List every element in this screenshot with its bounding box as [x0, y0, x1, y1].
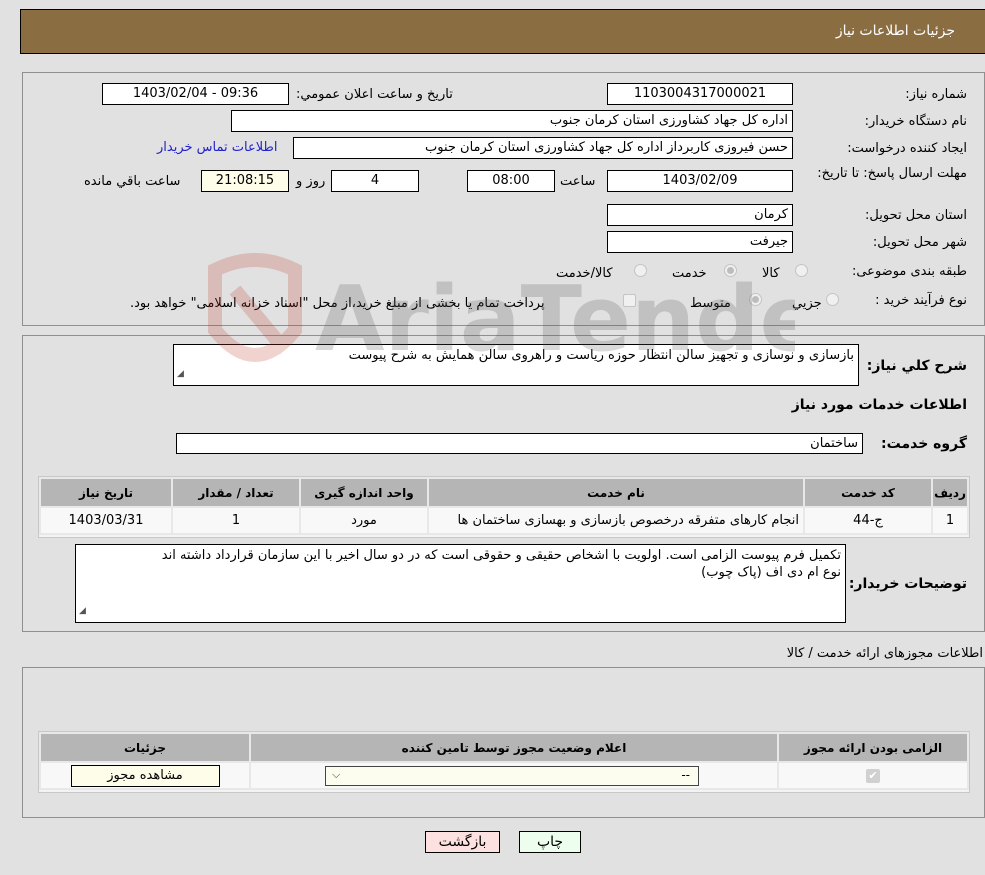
print-button[interactable]: چاپ	[519, 831, 581, 853]
province-field: کرمان	[607, 204, 793, 226]
col-permit-required: الزامی بودن ارائه مجوز	[777, 732, 969, 763]
deadline-label: مهلت ارسال پاسخ: تا تاریخ:	[817, 166, 967, 181]
category-label: طبقه بندی موضوعی:	[851, 264, 967, 279]
permits-table: الزامی بودن ارائه مجوز اعلام وضعیت مجوز …	[38, 731, 970, 793]
category-option-goods-service: کالا/خدمت	[556, 266, 613, 281]
view-permit-button[interactable]: مشاهده مجوز	[70, 764, 220, 787]
col-service-name: نام خدمت	[427, 477, 805, 508]
chevron-down-icon: ⌵	[332, 767, 341, 781]
services-table-header: ردیف کد خدمت نام خدمت واحد اندازه گیری ت…	[39, 477, 969, 508]
col-need-date: تاریخ نیاز	[39, 477, 173, 508]
city-field: جیرفت	[607, 231, 793, 253]
buyer-org-field: اداره کل جهاد کشاورزی استان کرمان جنوب	[231, 110, 793, 132]
service-group-label: گروه خدمت:	[881, 436, 967, 452]
category-radio-service[interactable]	[724, 264, 737, 277]
category-option-goods: کالا	[762, 266, 780, 281]
remaining-label: ساعت باقي مانده	[84, 174, 181, 189]
deadline-time-label: ساعت	[560, 174, 596, 189]
back-button[interactable]: بازگشت	[425, 831, 500, 853]
process-radio-medium[interactable]	[749, 293, 762, 306]
description-label: شرح کلي نیاز:	[866, 358, 967, 374]
need-number-field: 1103004317000021	[607, 83, 793, 105]
page-header: جزئیات اطلاعات نیاز	[20, 9, 985, 54]
treasury-checkbox[interactable]	[623, 294, 636, 307]
services-heading: اطلاعات خدمات مورد نیاز	[791, 397, 967, 413]
buyer-notes-label: توضیحات خریدار:	[848, 576, 967, 592]
permits-table-header: الزامی بودن ارائه مجوز اعلام وضعیت مجوز …	[39, 732, 969, 763]
buyer-notes-line-2: نوع ام دی اف (پاک چوب)	[701, 565, 841, 580]
cell-row-number: 1	[931, 506, 969, 535]
remaining-time-field: 21:08:15	[201, 170, 289, 192]
resize-handle-icon[interactable]: ◢	[177, 366, 184, 383]
col-service-code: کد خدمت	[803, 477, 933, 508]
need-number-label: شماره نیاز:	[905, 87, 967, 102]
cell-unit: مورد	[299, 506, 429, 535]
category-radio-goods[interactable]	[795, 264, 808, 277]
announce-label: تاریخ و ساعت اعلان عمومي:	[296, 87, 453, 102]
buyer-contact-link[interactable]: اطلاعات تماس خریدار	[157, 140, 277, 155]
creator-field: حسن فیروزی کاربرداز اداره کل جهاد کشاورز…	[293, 137, 793, 159]
col-permit-details: جزئیات	[39, 732, 251, 763]
page-title: جزئیات اطلاعات نیاز	[835, 23, 955, 39]
col-row-number: ردیف	[931, 477, 969, 508]
table-row: ✔ -- ⌵ مشاهده مجوز	[39, 761, 969, 790]
permit-status-select[interactable]: -- ⌵	[325, 765, 699, 786]
remaining-days-field: 4	[331, 170, 419, 192]
process-option-minor: جزیي	[792, 296, 822, 311]
resize-handle-icon[interactable]: ◢	[79, 603, 86, 620]
category-option-service: خدمت	[672, 266, 707, 281]
col-permit-status: اعلام وضعیت مجوز توسط تامین کننده	[249, 732, 779, 763]
cell-service-name: انجام کارهای متفرقه درخصوص بازسازی و بهس…	[427, 506, 805, 535]
buyer-org-label: نام دستگاه خریدار:	[864, 114, 967, 129]
service-group-field: ساختمان	[176, 433, 863, 454]
col-unit: واحد اندازه گیری	[299, 477, 429, 508]
permit-status-value: --	[681, 767, 690, 782]
description-textarea[interactable]: بازسازی و نوسازی و تجهیز سالن انتظار حوز…	[173, 344, 859, 386]
permit-required-checkbox: ✔	[866, 769, 880, 783]
permits-heading: اطلاعات مجوزهای ارائه خدمت / کالا	[786, 646, 983, 661]
services-table: ردیف کد خدمت نام خدمت واحد اندازه گیری ت…	[38, 476, 970, 538]
description-text: بازسازی و نوسازی و تجهیز سالن انتظار حوز…	[348, 348, 854, 363]
buyer-notes-line-1: تکمیل فرم پیوست الزامی است. اولویت با اش…	[161, 548, 841, 563]
col-quantity: تعداد / مقدار	[171, 477, 301, 508]
city-label: شهر محل تحویل:	[872, 235, 967, 250]
deadline-date-field: 1403/02/09	[607, 170, 793, 192]
province-label: استان محل تحویل:	[865, 208, 967, 223]
process-label: نوع فرآیند خرید :	[875, 293, 967, 308]
category-radio-goods-service[interactable]	[634, 264, 647, 277]
cell-permit-required: ✔	[777, 761, 969, 790]
days-label: روز و	[296, 174, 326, 189]
creator-label: ایجاد کننده درخواست:	[847, 141, 967, 156]
cell-permit-details: مشاهده مجوز	[39, 761, 251, 790]
process-radio-minor[interactable]	[826, 293, 839, 306]
cell-need-date: 1403/03/31	[39, 506, 173, 535]
table-row: 1 ج-44 انجام کارهای متفرقه درخصوص بازساز…	[39, 506, 969, 535]
deadline-time-field: 08:00	[467, 170, 555, 192]
announce-field: 1403/02/04 - 09:36	[102, 83, 289, 105]
cell-service-code: ج-44	[803, 506, 933, 535]
cell-quantity: 1	[171, 506, 301, 535]
buyer-notes-textarea[interactable]: تکمیل فرم پیوست الزامی است. اولویت با اش…	[75, 544, 846, 623]
process-option-medium: متوسط	[690, 296, 731, 311]
cell-permit-status: -- ⌵	[249, 761, 779, 790]
treasury-note: پرداخت تمام یا بخشی از مبلغ خرید،از محل …	[130, 296, 545, 311]
